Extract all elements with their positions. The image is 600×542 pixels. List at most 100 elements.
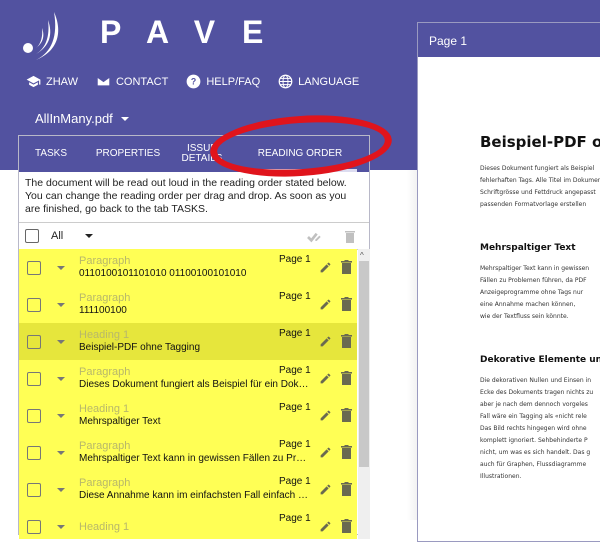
item-type: Heading 1 xyxy=(79,329,130,341)
brand-title: PAVE xyxy=(100,14,291,50)
select-all-label: All xyxy=(51,230,64,242)
pdf-text-line: Fällen zu Problemen führen, da PDF xyxy=(480,277,587,284)
list-scrollbar[interactable]: ^ xyxy=(358,249,370,539)
nav-help[interactable]: ? HELP/FAQ xyxy=(186,74,260,89)
tab-reading-order[interactable]: READING ORDER xyxy=(231,136,369,172)
pdf-page-content: Beispiel-PDF ohne Tagging Dieses Dokumen… xyxy=(480,133,600,483)
reading-order-item[interactable]: Heading 1 Page 1 xyxy=(19,508,357,539)
globe-icon xyxy=(278,74,293,89)
pencil-icon[interactable] xyxy=(319,520,332,533)
reading-order-item[interactable]: Paragraph 111100100 Page 1 xyxy=(19,286,357,323)
pencil-icon[interactable] xyxy=(319,335,332,348)
pdf-section1: Mehrspaltiger Text kann in gewissen Fälle… xyxy=(480,263,600,323)
item-text: Paragraph Diese Annahme kann im einfachst… xyxy=(79,477,311,502)
reading-order-item[interactable]: Heading 1 Beispiel-PDF ohne Tagging Page 1 xyxy=(19,323,357,360)
item-checkbox[interactable] xyxy=(27,260,41,275)
reading-order-item[interactable]: Paragraph Mehrspaltiger Text kann in gewi… xyxy=(19,434,357,471)
expand-caret-icon[interactable] xyxy=(57,524,65,529)
item-page: Page 1 xyxy=(279,402,311,413)
pencil-icon[interactable] xyxy=(319,446,332,459)
pdf-text-line: Mehrspaltiger Text kann in gewissen xyxy=(480,265,590,272)
expand-caret-icon[interactable] xyxy=(57,450,65,455)
item-type: Paragraph xyxy=(79,255,131,267)
pdf-text-line: wie der Textfluss sein könnte. xyxy=(480,313,569,320)
select-all-checkbox[interactable] xyxy=(25,229,39,243)
tab-tasks[interactable]: TASKS xyxy=(19,136,83,172)
nav-zhaw[interactable]: ZHAW xyxy=(26,74,78,89)
item-checkbox[interactable] xyxy=(27,445,41,460)
expand-caret-icon[interactable] xyxy=(57,376,65,381)
item-type: Heading 1 xyxy=(79,403,130,415)
item-checkbox[interactable] xyxy=(27,297,41,312)
tab-properties[interactable]: PROPERTIES xyxy=(83,136,173,172)
pdf-text-line: Die dekorativen Nullen und Einsen in xyxy=(480,377,592,384)
reading-order-item[interactable]: Paragraph Dieses Dokument fungiert als Be… xyxy=(19,360,357,397)
item-type: Heading 1 xyxy=(79,520,130,533)
pencil-icon[interactable] xyxy=(319,372,332,385)
expand-caret-icon[interactable] xyxy=(57,302,65,307)
item-text: Heading 1 Beispiel-PDF ohne Tagging xyxy=(79,329,311,354)
bulk-edit-icon[interactable] xyxy=(306,229,322,245)
item-content: 0110100101101010 01100100101010 xyxy=(79,268,247,279)
nav-language[interactable]: LANGUAGE xyxy=(278,74,359,89)
pdf-text-line: eine Annahme machen können, xyxy=(480,301,576,308)
pencil-icon[interactable] xyxy=(319,483,332,496)
item-page: Page 1 xyxy=(279,365,311,376)
reading-order-item[interactable]: Paragraph 0110100101101010 01100100101010… xyxy=(19,249,357,286)
pdf-text-line: Dieses Dokument fungiert als Beispiel xyxy=(480,165,595,172)
item-text: Paragraph 0110100101101010 01100100101010 xyxy=(79,255,311,280)
reading-order-description: The document will be read out loud in th… xyxy=(25,177,347,215)
item-checkbox[interactable] xyxy=(27,519,41,534)
trash-icon[interactable] xyxy=(341,297,352,311)
expand-caret-icon[interactable] xyxy=(57,265,65,270)
item-checkbox[interactable] xyxy=(27,334,41,349)
side-panel: TASKS PROPERTIES ISSUE DETAILS READING O… xyxy=(18,135,370,539)
select-filter-dropdown[interactable] xyxy=(85,234,94,238)
nav-contact-label: CONTACT xyxy=(115,75,169,88)
pdf-text-line: nicht, um was es sich handelt. Das g xyxy=(480,449,591,456)
reading-order-list: Paragraph 0110100101101010 01100100101010… xyxy=(19,249,357,539)
pencil-icon[interactable] xyxy=(319,298,332,311)
item-checkbox[interactable] xyxy=(27,371,41,386)
item-content: 111100100 xyxy=(79,305,127,316)
item-page: Page 1 xyxy=(279,328,311,339)
trash-icon[interactable] xyxy=(341,445,352,459)
trash-icon[interactable] xyxy=(341,260,352,274)
item-checkbox[interactable] xyxy=(27,482,41,497)
item-text: Heading 1 Mehrspaltiger Text xyxy=(79,403,311,428)
item-checkbox[interactable] xyxy=(27,408,41,423)
expand-caret-icon[interactable] xyxy=(57,339,65,344)
help-circle-icon: ? xyxy=(186,74,201,89)
item-content: Dieses Dokument fungiert als Beispiel fü… xyxy=(79,379,311,390)
pencil-icon[interactable] xyxy=(319,409,332,422)
item-content: Diese Annahme kann im einfachsten Fall e… xyxy=(79,490,311,501)
trash-icon[interactable] xyxy=(341,519,352,533)
trash-icon[interactable] xyxy=(341,334,352,348)
file-selector[interactable]: AllInMany.pdf xyxy=(35,111,129,126)
item-type: Paragraph xyxy=(79,477,131,489)
item-content: Mehrspaltiger Text xyxy=(79,416,161,427)
bulk-delete-icon[interactable] xyxy=(345,230,355,243)
trash-icon[interactable] xyxy=(341,371,352,385)
item-type: Paragraph xyxy=(79,440,131,452)
envelope-icon xyxy=(96,76,111,87)
trash-icon[interactable] xyxy=(341,408,352,422)
pdf-text-line: Anzeigeprogramme ohne Tags nur xyxy=(480,289,584,296)
graduation-cap-icon xyxy=(26,75,41,88)
chevron-up-icon[interactable]: ^ xyxy=(360,251,364,260)
svg-text:?: ? xyxy=(191,77,196,87)
reading-order-item[interactable]: Heading 1 Mehrspaltiger Text Page 1 xyxy=(19,397,357,434)
pencil-icon[interactable] xyxy=(319,261,332,274)
tab-issue-details[interactable]: ISSUE DETAILS xyxy=(173,136,231,172)
item-page: Page 1 xyxy=(279,254,311,265)
nav-contact[interactable]: CONTACT xyxy=(96,74,168,89)
item-text: Paragraph Dieses Dokument fungiert als Be… xyxy=(79,366,311,391)
item-text: Paragraph 111100100 xyxy=(79,292,311,317)
item-page: Page 1 xyxy=(279,291,311,302)
expand-caret-icon[interactable] xyxy=(57,413,65,418)
scrollbar-thumb[interactable] xyxy=(359,261,369,467)
item-page: Page 1 xyxy=(279,476,311,487)
trash-icon[interactable] xyxy=(341,482,352,496)
reading-order-item[interactable]: Paragraph Diese Annahme kann im einfachst… xyxy=(19,471,357,508)
expand-caret-icon[interactable] xyxy=(57,487,65,492)
